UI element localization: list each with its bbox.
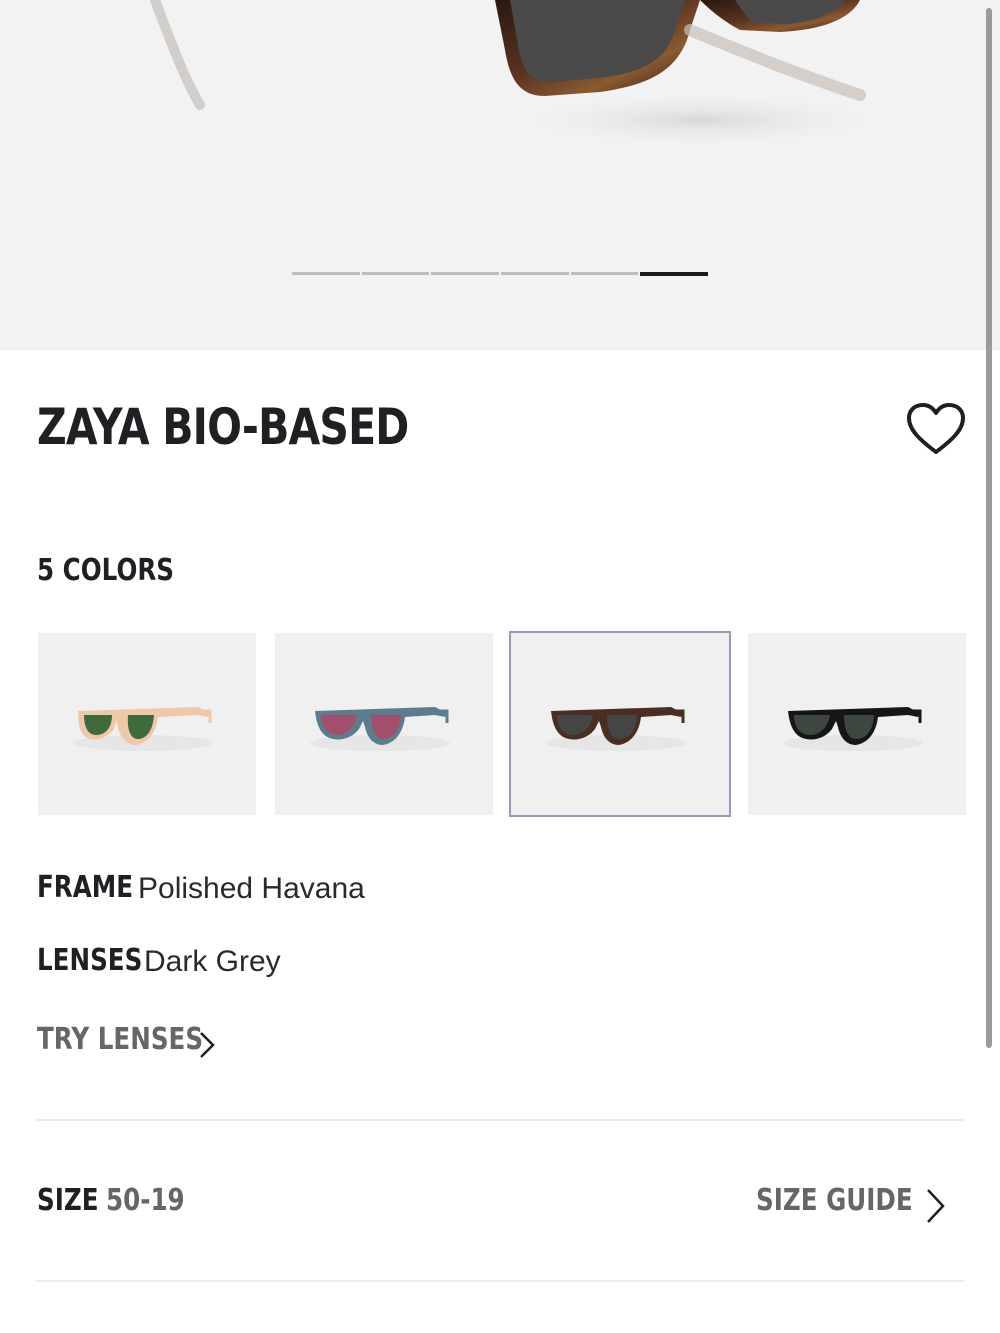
chevron-right-icon[interactable]: [922, 1187, 948, 1225]
section-divider: [36, 1280, 964, 1282]
color-swatch-1[interactable]: [38, 633, 256, 815]
pagination-dot[interactable]: [570, 272, 639, 275]
color-swatch-2[interactable]: [275, 633, 493, 815]
sunglasses-thumbnail: [783, 707, 923, 751]
product-image-carousel[interactable]: [0, 0, 1000, 350]
lenses-label: LENSES: [37, 943, 143, 978]
sunglasses-thumbnail: [310, 707, 450, 751]
frame-label: FRAME: [37, 870, 134, 905]
pagination-dot[interactable]: [431, 272, 500, 275]
chevron-right-icon[interactable]: [196, 1030, 218, 1060]
product-title: ZAYA BIO-BASED: [37, 398, 409, 456]
size-label: SIZE: [37, 1183, 99, 1218]
carousel-pagination: [292, 272, 709, 276]
size-guide-link[interactable]: SIZE GUIDE: [756, 1183, 913, 1218]
colors-count-label: 5 COLORS: [37, 553, 175, 588]
sunglasses-thumbnail: [73, 707, 213, 751]
frame-value: Polished Havana: [138, 872, 365, 905]
try-lenses-link[interactable]: TRY LENSES: [37, 1022, 203, 1057]
heart-outline-icon[interactable]: [906, 402, 966, 456]
color-swatch-4[interactable]: [748, 633, 966, 815]
size-value: 50-19: [106, 1183, 185, 1218]
sunglasses-thumbnail: [546, 707, 686, 751]
page-scrollbar[interactable]: [986, 8, 992, 1048]
pagination-dot-active[interactable]: [640, 272, 709, 276]
color-swatch-3-selected[interactable]: [509, 631, 731, 817]
pagination-dot[interactable]: [292, 272, 360, 275]
pagination-dot[interactable]: [361, 272, 430, 275]
pagination-dot[interactable]: [501, 272, 569, 275]
product-hero-image: [150, 0, 900, 150]
section-divider: [36, 1119, 964, 1121]
lenses-value: Dark Grey: [144, 945, 281, 978]
